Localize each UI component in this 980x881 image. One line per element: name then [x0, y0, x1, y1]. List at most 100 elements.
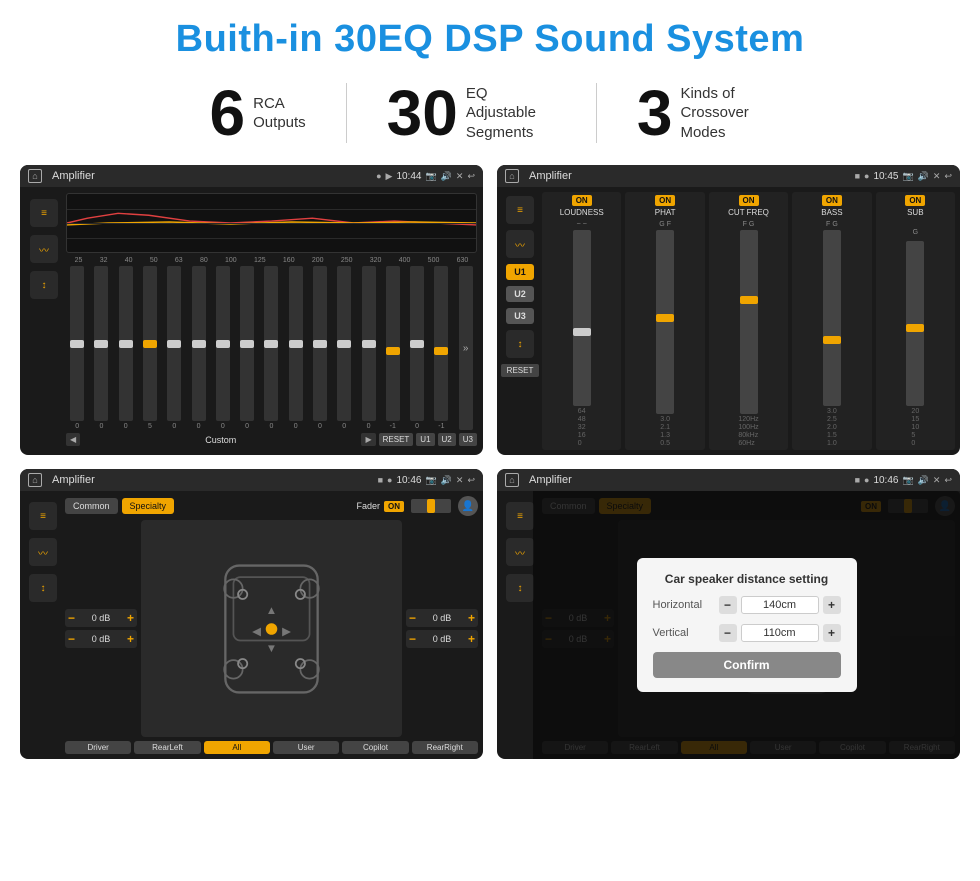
cross-u3-btn[interactable]: U3: [506, 308, 534, 324]
vol-fr-minus[interactable]: −: [409, 611, 416, 625]
eq-slider-7[interactable]: 0: [216, 266, 230, 430]
cross-reset-btn[interactable]: RESET: [501, 364, 540, 377]
loudness-slider[interactable]: [573, 230, 591, 406]
dialog-sidebar-btn-1[interactable]: ≡: [506, 502, 534, 530]
fader-on-btn[interactable]: ON: [384, 501, 404, 512]
vol-fr-plus[interactable]: +: [468, 611, 475, 625]
fader-sidebar-btn-2[interactable]: 〰: [29, 538, 57, 566]
eq-u2-btn[interactable]: U2: [438, 433, 456, 446]
vol-row-rl: − 0 dB +: [65, 630, 137, 648]
eq-sidebar-btn-1[interactable]: ≡: [30, 199, 58, 227]
dialog-sidebar-btn-3[interactable]: ↕: [506, 574, 534, 602]
eq-u1-btn[interactable]: U1: [416, 433, 434, 446]
eq-next-btn[interactable]: ▶: [361, 433, 375, 446]
cross-sidebar-btn-2[interactable]: 〰: [506, 230, 534, 258]
fader-tabs: Common Specialty Fader ON 👤: [65, 496, 478, 516]
dialog-home-icon[interactable]: [505, 473, 519, 487]
user-btn[interactable]: User: [273, 741, 339, 754]
phat-on-btn[interactable]: ON: [655, 195, 675, 206]
fader-home-icon[interactable]: [28, 473, 42, 487]
eq-slider-14[interactable]: -1: [386, 266, 400, 430]
svg-text:◀: ◀: [252, 625, 262, 637]
dialog-status-bar: Amplifier ■ ● 10:46 📷 🔊 ✕ ↩: [497, 469, 960, 491]
dialog-horizontal-row: Horizontal − 140cm +: [653, 596, 841, 614]
cross-sidebar-btn-3[interactable]: ↕: [506, 330, 534, 358]
eq-slider-6[interactable]: 0: [192, 266, 206, 430]
vol-rr-plus[interactable]: +: [468, 632, 475, 646]
sub-slider[interactable]: [906, 241, 924, 406]
cutfreq-on-btn[interactable]: ON: [739, 195, 759, 206]
eq-u3-btn[interactable]: U3: [459, 433, 477, 446]
copilot-btn[interactable]: Copilot: [342, 741, 408, 754]
sub-on-btn[interactable]: ON: [905, 195, 925, 206]
eq-slider-10[interactable]: 0: [289, 266, 303, 430]
eq-slider-4[interactable]: 5: [143, 266, 157, 430]
eq-slider-8[interactable]: 0: [240, 266, 254, 430]
eq-prev-btn[interactable]: ◀: [66, 433, 80, 446]
tab-common[interactable]: Common: [65, 498, 118, 514]
eq-slider-11[interactable]: 0: [313, 266, 327, 430]
cross-camera-icon: 📷: [902, 171, 913, 182]
eq-expand-btn[interactable]: »: [459, 266, 473, 430]
eq-slider-12[interactable]: 0: [337, 266, 351, 430]
vertical-plus-btn[interactable]: +: [823, 624, 841, 642]
loudness-on-btn[interactable]: ON: [572, 195, 592, 206]
vol-fl-plus[interactable]: +: [127, 611, 134, 625]
bass-on-btn[interactable]: ON: [822, 195, 842, 206]
stat-item-crossover: 3 Kinds of Crossover Modes: [597, 81, 811, 145]
home-icon[interactable]: [28, 169, 42, 183]
vol-rl-plus[interactable]: +: [127, 632, 134, 646]
all-btn[interactable]: All: [204, 741, 270, 754]
phat-slider[interactable]: [656, 230, 674, 414]
bass-label: BASS: [821, 208, 842, 217]
cross-u2-btn[interactable]: U2: [506, 286, 534, 302]
fader-close-icon: ✕: [456, 475, 464, 486]
stat-number-eq: 30: [387, 81, 458, 145]
driver-btn[interactable]: Driver: [65, 741, 131, 754]
confirm-button[interactable]: Confirm: [653, 652, 841, 678]
eq-sidebar-btn-2[interactable]: 〰: [30, 235, 58, 263]
horizontal-plus-btn[interactable]: +: [823, 596, 841, 614]
eq-slider-13[interactable]: 0: [362, 266, 376, 430]
dialog-back-icon: ↩: [944, 475, 952, 486]
vol-rl-minus[interactable]: −: [68, 632, 75, 646]
cross-sidebar-btn-1[interactable]: ≡: [506, 196, 534, 224]
bass-slider[interactable]: [823, 230, 841, 406]
fader-screen-title: Amplifier: [52, 474, 372, 486]
eq-sidebar-btn-3[interactable]: ↕: [30, 271, 58, 299]
eq-slider-1[interactable]: 0: [70, 266, 84, 430]
cross-u1-btn[interactable]: U1: [506, 264, 534, 280]
cross-home-icon[interactable]: [505, 169, 519, 183]
stats-row: 6 RCA Outputs 30 EQ Adjustable Segments …: [0, 73, 980, 159]
rearright-btn[interactable]: RearRight: [412, 741, 478, 754]
eq-reset-btn[interactable]: RESET: [379, 433, 414, 446]
horizontal-minus-btn[interactable]: −: [719, 596, 737, 614]
vertical-minus-btn[interactable]: −: [719, 624, 737, 642]
eq-slider-3[interactable]: 0: [119, 266, 133, 430]
rearleft-btn[interactable]: RearLeft: [134, 741, 200, 754]
eq-sliders-row: 0 0 0 5 0: [66, 266, 477, 430]
eq-screen-title: Amplifier: [52, 170, 370, 182]
cross-main: ON LOUDNESS ~ ~ 644832160: [542, 192, 955, 450]
eq-sidebar: ≡ 〰 ↕: [26, 193, 62, 449]
eq-slider-2[interactable]: 0: [94, 266, 108, 430]
vol-rl-value: 0 dB: [77, 634, 125, 644]
vol-rr-value: 0 dB: [418, 634, 466, 644]
cross-col-sub: ON SUB G 20151050: [876, 192, 955, 450]
vol-fl-minus[interactable]: −: [68, 611, 75, 625]
dialog-sidebar-btn-2[interactable]: 〰: [506, 538, 534, 566]
cross-col-bass: ON BASS F G 3.02.52.01.51.0: [792, 192, 871, 450]
eq-slider-15[interactable]: 0: [410, 266, 424, 430]
stat-item-rca: 6 RCA Outputs: [170, 81, 346, 145]
dialog-camera-icon: 📷: [902, 475, 913, 486]
fader-sidebar-btn-1[interactable]: ≡: [29, 502, 57, 530]
vol-rr-minus[interactable]: −: [409, 632, 416, 646]
cutfreq-slider[interactable]: [740, 230, 758, 414]
tab-specialty[interactable]: Specialty: [122, 498, 175, 514]
eq-slider-16[interactable]: -1: [434, 266, 448, 430]
eq-slider-9[interactable]: 0: [264, 266, 278, 430]
fader-status-icons: ■ ● 10:46 📷 🔊 ✕ ↩: [378, 475, 475, 486]
eq-slider-5[interactable]: 0: [167, 266, 181, 430]
fader-sidebar-btn-3[interactable]: ↕: [29, 574, 57, 602]
sub-freq: 20151050: [911, 408, 919, 447]
